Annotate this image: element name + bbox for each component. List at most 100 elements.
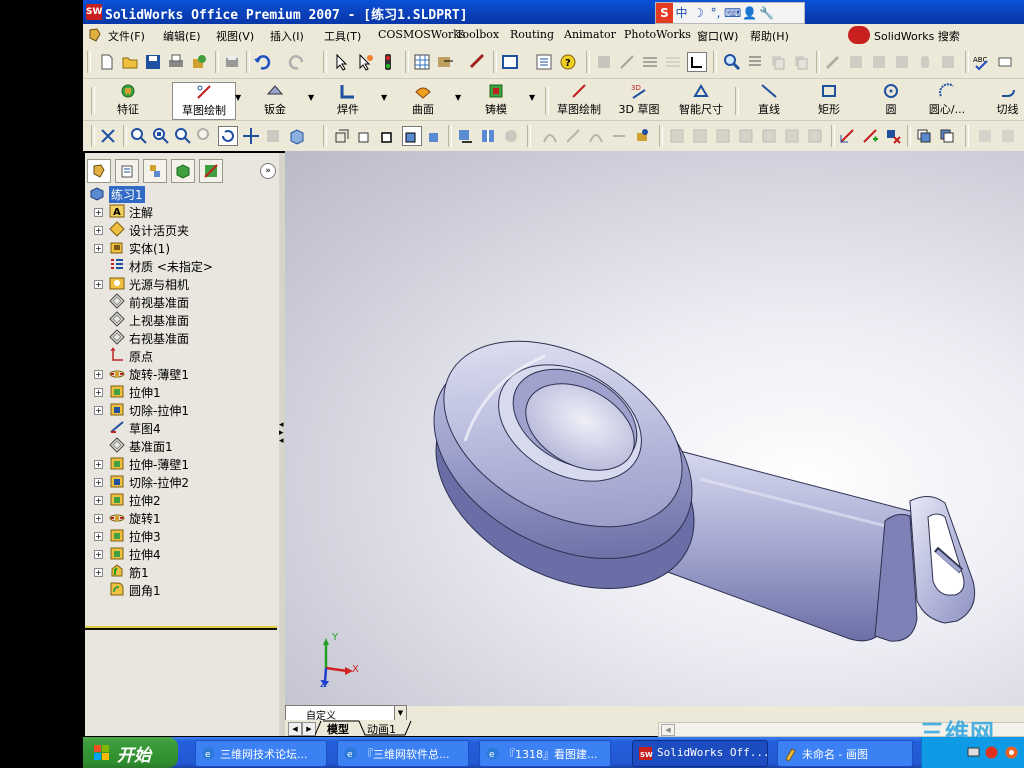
window-title-bar[interactable]: SW SolidWorks Office Premium 2007 - [练习1… xyxy=(83,0,1024,24)
feature-g-icon[interactable] xyxy=(806,127,824,145)
shaded-icon[interactable] xyxy=(426,127,444,145)
menu-file[interactable]: 文件(F) xyxy=(108,28,145,44)
ime-moon-icon[interactable]: ☽ xyxy=(690,3,707,23)
tree-item[interactable]: + 拉伸3 xyxy=(85,526,277,544)
graphics-area[interactable]: Y X Z xyxy=(285,151,1024,706)
tree-item[interactable]: + 光源与相机 xyxy=(85,274,277,292)
expand-toggle-icon[interactable]: + xyxy=(94,370,103,379)
tree-item[interactable]: 草图4 xyxy=(85,418,277,436)
display-manager-tab[interactable] xyxy=(199,159,223,183)
rebuild-icon[interactable] xyxy=(190,53,208,71)
ime-chinese-mode[interactable]: 中 xyxy=(673,3,690,23)
menu-insert[interactable]: 插入(I) xyxy=(270,28,304,44)
undo-icon[interactable] xyxy=(253,53,271,71)
rectangle-button[interactable]: 矩形 xyxy=(811,82,847,118)
tree-item[interactable]: + 拉伸-薄壁1 xyxy=(85,454,277,472)
tab-scroll-right-icon[interactable]: ▶ xyxy=(302,722,316,736)
sketch-tab-button[interactable]: 草图绘制 xyxy=(172,82,236,120)
property-manager-tab[interactable] xyxy=(115,159,139,183)
security-icon[interactable] xyxy=(984,745,999,760)
solidworks-logo-icon[interactable] xyxy=(87,27,103,43)
tree-item[interactable]: + 拉伸2 xyxy=(85,490,277,508)
tab-scroll-left-icon[interactable]: ◀ xyxy=(288,722,302,736)
tree-item[interactable]: 前视基准面 xyxy=(85,292,277,310)
macro-icon[interactable] xyxy=(436,53,454,71)
taskbar-item-browser1[interactable]: e 三维网技术论坛... xyxy=(195,740,327,767)
zoom-to-fit-icon[interactable] xyxy=(130,127,148,145)
curve-tool-c-icon[interactable] xyxy=(587,127,605,145)
tree-item[interactable]: 基准面1 xyxy=(85,436,277,454)
tree-item[interactable]: + 拉伸1 xyxy=(85,382,277,400)
feature-d-icon[interactable] xyxy=(737,127,755,145)
zoom-selection-icon[interactable] xyxy=(196,127,214,145)
measure-icon[interactable] xyxy=(469,53,487,71)
tree-item[interactable]: + 实体(1) xyxy=(85,238,277,256)
sketch-rect-icon[interactable] xyxy=(595,53,613,71)
section-view-icon[interactable] xyxy=(479,127,497,145)
menu-help[interactable]: 帮助(H) xyxy=(750,28,789,44)
sheetmetal-dropdown-icon[interactable]: ▼ xyxy=(308,93,314,102)
expand-toggle-icon[interactable]: + xyxy=(94,532,103,541)
expand-toggle-icon[interactable]: + xyxy=(94,478,103,487)
print-preview-icon[interactable] xyxy=(223,53,241,71)
taskbar-item-paint[interactable]: 未命名 - 画图 xyxy=(777,740,913,767)
expand-toggle-icon[interactable]: + xyxy=(94,568,103,577)
tangent-arc-button[interactable]: 切线 xyxy=(991,82,1024,118)
rollback-bar[interactable] xyxy=(85,628,277,630)
menu-photoworks[interactable]: PhotoWorks xyxy=(624,28,691,41)
hidden-lines-removed-icon[interactable] xyxy=(379,127,397,145)
select-arrow-icon[interactable] xyxy=(333,53,351,71)
expand-toggle-icon[interactable]: + xyxy=(94,550,103,559)
window-icon[interactable] xyxy=(501,53,519,71)
tree-item[interactable]: + 切除-拉伸2 xyxy=(85,472,277,490)
curve-tool-d-icon[interactable] xyxy=(610,127,628,145)
wireframe-icon[interactable] xyxy=(333,127,351,145)
tree-item[interactable]: + 旋转-薄壁1 xyxy=(85,364,277,382)
expand-toggle-icon[interactable]: + xyxy=(94,496,103,505)
taskbar-item-solidworks[interactable]: SW SolidWorks Off... xyxy=(632,740,768,767)
sketch-dropdown-icon[interactable]: ▼ xyxy=(235,93,241,102)
spellcheck-icon[interactable]: ABC xyxy=(973,53,991,71)
zoom-area-icon[interactable] xyxy=(152,127,170,145)
expand-toggle-icon[interactable]: + xyxy=(94,388,103,397)
tree-root[interactable]: 练习1 xyxy=(85,184,277,203)
list-view-icon[interactable] xyxy=(746,53,764,71)
expand-toggle-icon[interactable]: + xyxy=(94,406,103,415)
feature-b-icon[interactable] xyxy=(691,127,709,145)
gray-tool-b-icon[interactable] xyxy=(999,127,1017,145)
menu-edit[interactable]: 编辑(E) xyxy=(163,28,201,44)
solidworks-app-icon[interactable]: SW xyxy=(86,4,102,20)
mold-dropdown-icon[interactable]: ▼ xyxy=(529,93,535,102)
hand-icon[interactable] xyxy=(916,53,934,71)
expand-toggle-icon[interactable]: + xyxy=(94,208,103,217)
centerpoint-arc-button[interactable]: 圆心/... xyxy=(924,82,970,118)
options-grid-icon[interactable] xyxy=(413,53,431,71)
menu-routing[interactable]: Routing xyxy=(510,28,554,41)
mold-tab-button[interactable]: 铸模 xyxy=(476,82,516,118)
expand-toggle-icon[interactable]: + xyxy=(94,226,103,235)
copy-view-icon[interactable] xyxy=(769,53,787,71)
sketch-button[interactable]: 草图绘制 xyxy=(553,82,605,118)
shadows-icon[interactable] xyxy=(456,127,474,145)
zoom-in-out-icon[interactable] xyxy=(174,127,192,145)
ime-toolbar[interactable]: S 中 ☽ °, ⌨👤 🔧 xyxy=(655,2,805,24)
ime-settings-icon[interactable]: 🔧 xyxy=(758,3,775,23)
tree-item[interactable]: + 切除-拉伸1 xyxy=(85,400,277,418)
weldments-dropdown-icon[interactable]: ▼ xyxy=(381,93,387,102)
expand-toggle-icon[interactable]: + xyxy=(94,280,103,289)
menu-window[interactable]: 窗口(W) xyxy=(697,28,738,44)
curve-tool-a-icon[interactable] xyxy=(541,127,559,145)
features-tab-button[interactable]: 特征 xyxy=(108,82,148,118)
list-icon[interactable] xyxy=(535,53,553,71)
surfaces-dropdown-icon[interactable]: ▼ xyxy=(455,93,461,102)
menu-view[interactable]: 视图(V) xyxy=(216,28,254,44)
line-button[interactable]: 直线 xyxy=(751,82,787,118)
ime-sogou-icon[interactable]: S xyxy=(656,3,673,23)
ime-user-icon[interactable]: 👤 xyxy=(741,3,758,23)
feature-f-icon[interactable] xyxy=(783,127,801,145)
box-icon-d[interactable] xyxy=(939,53,957,71)
add-relation-icon[interactable] xyxy=(861,127,879,145)
sketch-relation-icon[interactable] xyxy=(618,53,636,71)
tree-item[interactable]: + A 注解 xyxy=(85,202,277,220)
scroll-left-icon[interactable]: ◀ xyxy=(661,724,675,736)
